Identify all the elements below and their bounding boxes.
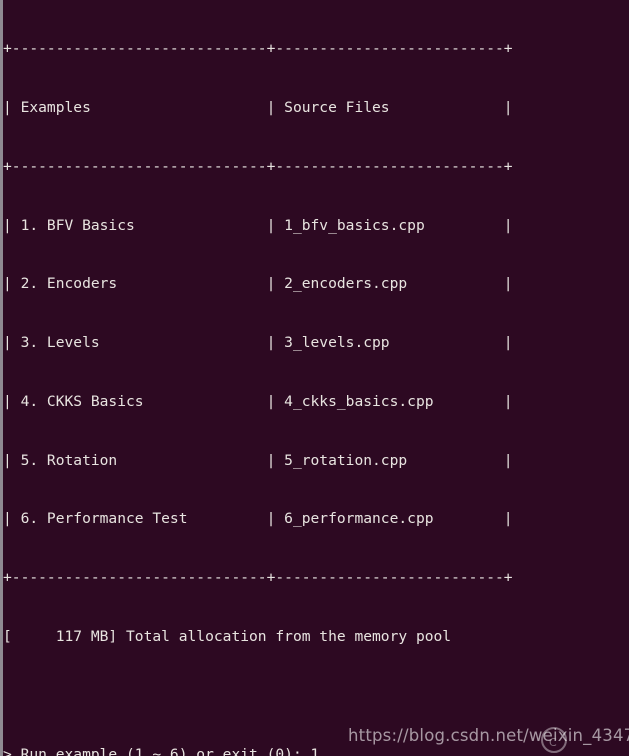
terminal-line: +-----------------------------+---------… [3,569,513,587]
terminal-line: | Examples | Source Files | [3,98,513,116]
terminal-window[interactable]: +-----------------------------+---------… [0,0,629,756]
terminal-line: | 1. BFV Basics | 1_bfv_basics.cpp | [3,216,513,234]
terminal-line-memory-allocation: [ 117 MB] Total allocation from the memo… [3,628,452,645]
terminal-line: | 3. Levels | 3_levels.cpp | [3,334,513,352]
terminal-prompt-line[interactable]: > Run example (1 ~ 6) or exit (0): 1 [3,745,629,756]
terminal-line: +-----------------------------+---------… [3,157,513,175]
terminal-line: | 2. Encoders | 2_encoders.cpp | [3,275,513,293]
terminal-line: +-----------------------------+---------… [3,40,513,58]
terminal-line: | 6. Performance Test | 6_performance.cp… [3,510,513,528]
terminal-line: | 4. CKKS Basics | 4_ckks_basics.cpp | [3,392,513,410]
terminal-output-screen[interactable]: +-----------------------------+---------… [3,0,629,756]
terminal-line: | 5. Rotation | 5_rotation.cpp | [3,451,513,469]
